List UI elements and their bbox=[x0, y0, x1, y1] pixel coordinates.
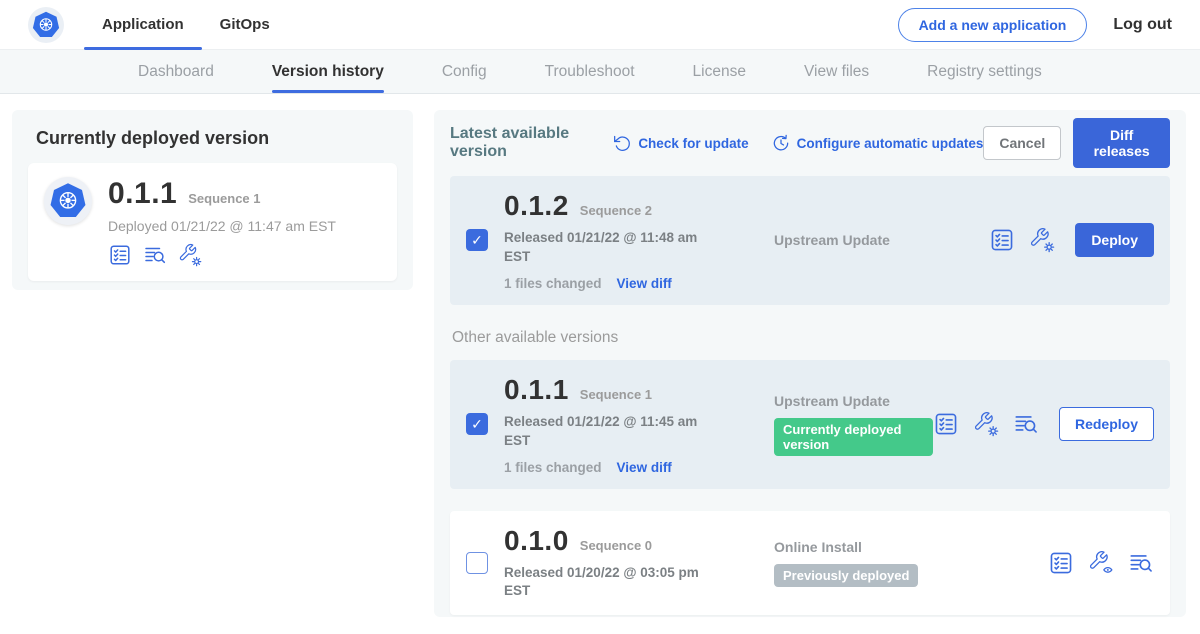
currently-deployed-title: Currently deployed version bbox=[36, 128, 397, 149]
edit-config-icon[interactable] bbox=[178, 243, 202, 267]
edit-config-icon[interactable] bbox=[973, 411, 999, 437]
kubernetes-logo-icon bbox=[31, 10, 61, 40]
view-diff-link[interactable]: View diff bbox=[617, 460, 672, 475]
files-changed-label: 1 files changed bbox=[504, 276, 602, 291]
tab-config-label: Config bbox=[442, 63, 487, 81]
tab-troubleshoot[interactable]: Troubleshoot bbox=[545, 50, 635, 93]
auto-update-clock-icon bbox=[771, 133, 791, 153]
diff-releases-button[interactable]: Diff releases bbox=[1073, 118, 1170, 168]
kubernetes-logo-icon bbox=[48, 181, 88, 221]
tab-dashboard[interactable]: Dashboard bbox=[138, 50, 214, 93]
tab-registry-settings-label: Registry settings bbox=[927, 63, 1042, 81]
top-header: Application GitOps Add a new application… bbox=[0, 0, 1200, 50]
header-tabs: Application GitOps bbox=[84, 0, 288, 50]
preflight-checklist-icon[interactable] bbox=[933, 411, 959, 437]
tab-license-label: License bbox=[693, 63, 746, 81]
released-timestamp: Released 01/21/22 @ 11:45 am EST bbox=[504, 413, 729, 451]
version-row-0-1-1: 0.1.1 Sequence 1 Released 01/21/22 @ 11:… bbox=[450, 360, 1170, 489]
version-checkbox[interactable] bbox=[466, 413, 488, 435]
app-subnav: Dashboard Version history Config Trouble… bbox=[0, 50, 1200, 94]
view-config-icon[interactable] bbox=[1088, 550, 1114, 576]
version-checkbox[interactable] bbox=[466, 552, 488, 574]
preflight-checklist-icon[interactable] bbox=[108, 243, 132, 267]
check-for-update-label: Check for update bbox=[638, 136, 748, 151]
app-icon bbox=[44, 177, 92, 225]
version-number: 0.1.2 bbox=[504, 190, 569, 222]
tab-license[interactable]: License bbox=[693, 50, 746, 93]
deployed-version-number: 0.1.1 bbox=[108, 177, 177, 211]
files-changed-label: 1 files changed bbox=[504, 460, 602, 475]
other-versions-label: Other available versions bbox=[452, 329, 1170, 347]
deployed-sequence-label: Sequence 1 bbox=[188, 191, 260, 206]
version-checkbox[interactable] bbox=[466, 229, 488, 251]
tab-troubleshoot-label: Troubleshoot bbox=[545, 63, 635, 81]
version-source-label: Upstream Update bbox=[774, 232, 989, 248]
logout-button[interactable]: Log out bbox=[1113, 16, 1172, 34]
app-logo bbox=[28, 7, 64, 43]
view-diff-link[interactable]: View diff bbox=[617, 276, 672, 291]
deploy-logs-icon[interactable] bbox=[1128, 550, 1154, 576]
deploy-button[interactable]: Deploy bbox=[1075, 223, 1154, 257]
version-source-label: Upstream Update bbox=[774, 393, 933, 409]
add-application-button[interactable]: Add a new application bbox=[898, 8, 1088, 42]
preflight-checklist-icon[interactable] bbox=[989, 227, 1015, 253]
deploy-logs-icon[interactable] bbox=[143, 243, 167, 267]
tab-view-files-label: View files bbox=[804, 63, 869, 81]
tab-application-label: Application bbox=[102, 16, 184, 33]
redeploy-button[interactable]: Redeploy bbox=[1059, 407, 1154, 441]
edit-config-icon[interactable] bbox=[1029, 227, 1055, 253]
deployed-timestamp: Deployed 01/21/22 @ 11:47 am EST bbox=[108, 218, 336, 234]
tab-config[interactable]: Config bbox=[442, 50, 487, 93]
cancel-button[interactable]: Cancel bbox=[983, 126, 1061, 160]
sequence-label: Sequence 2 bbox=[580, 203, 652, 218]
tab-gitops-label: GitOps bbox=[220, 16, 270, 33]
tab-registry-settings[interactable]: Registry settings bbox=[927, 50, 1042, 93]
refresh-icon bbox=[612, 133, 632, 153]
version-row-0-1-0: 0.1.0 Sequence 0 Released 01/20/22 @ 03:… bbox=[450, 511, 1170, 616]
previously-deployed-badge: Previously deployed bbox=[774, 564, 918, 587]
tab-dashboard-label: Dashboard bbox=[138, 63, 214, 81]
version-row-0-1-2: 0.1.2 Sequence 2 Released 01/21/22 @ 11:… bbox=[450, 176, 1170, 305]
configure-auto-updates-label: Configure automatic updates bbox=[797, 136, 984, 151]
tab-version-history[interactable]: Version history bbox=[272, 50, 384, 93]
deployed-version-card: 0.1.1 Sequence 1 Deployed 01/21/22 @ 11:… bbox=[28, 163, 397, 281]
released-timestamp: Released 01/20/22 @ 03:05 pm EST bbox=[504, 564, 729, 602]
tab-version-history-label: Version history bbox=[272, 63, 384, 81]
configure-auto-updates-link[interactable]: Configure automatic updates bbox=[771, 133, 984, 153]
tab-gitops[interactable]: GitOps bbox=[202, 0, 288, 50]
currently-deployed-panel: Currently deployed version 0.1.1 Sequenc… bbox=[12, 110, 413, 290]
currently-deployed-badge: Currently deployed version bbox=[774, 418, 933, 456]
sequence-label: Sequence 1 bbox=[580, 387, 652, 402]
deploy-logs-icon[interactable] bbox=[1013, 411, 1039, 437]
latest-available-title: Latest available version bbox=[450, 125, 590, 161]
version-number: 0.1.0 bbox=[504, 525, 569, 557]
check-for-update-link[interactable]: Check for update bbox=[612, 133, 748, 153]
version-number: 0.1.1 bbox=[504, 374, 569, 406]
sequence-label: Sequence 0 bbox=[580, 538, 652, 553]
preflight-checklist-icon[interactable] bbox=[1048, 550, 1074, 576]
tab-view-files[interactable]: View files bbox=[804, 50, 869, 93]
available-versions-panel: Latest available version Check for updat… bbox=[434, 110, 1186, 617]
released-timestamp: Released 01/21/22 @ 11:48 am EST bbox=[504, 229, 729, 267]
tab-application[interactable]: Application bbox=[84, 0, 202, 50]
version-source-label: Online Install bbox=[774, 539, 1048, 555]
